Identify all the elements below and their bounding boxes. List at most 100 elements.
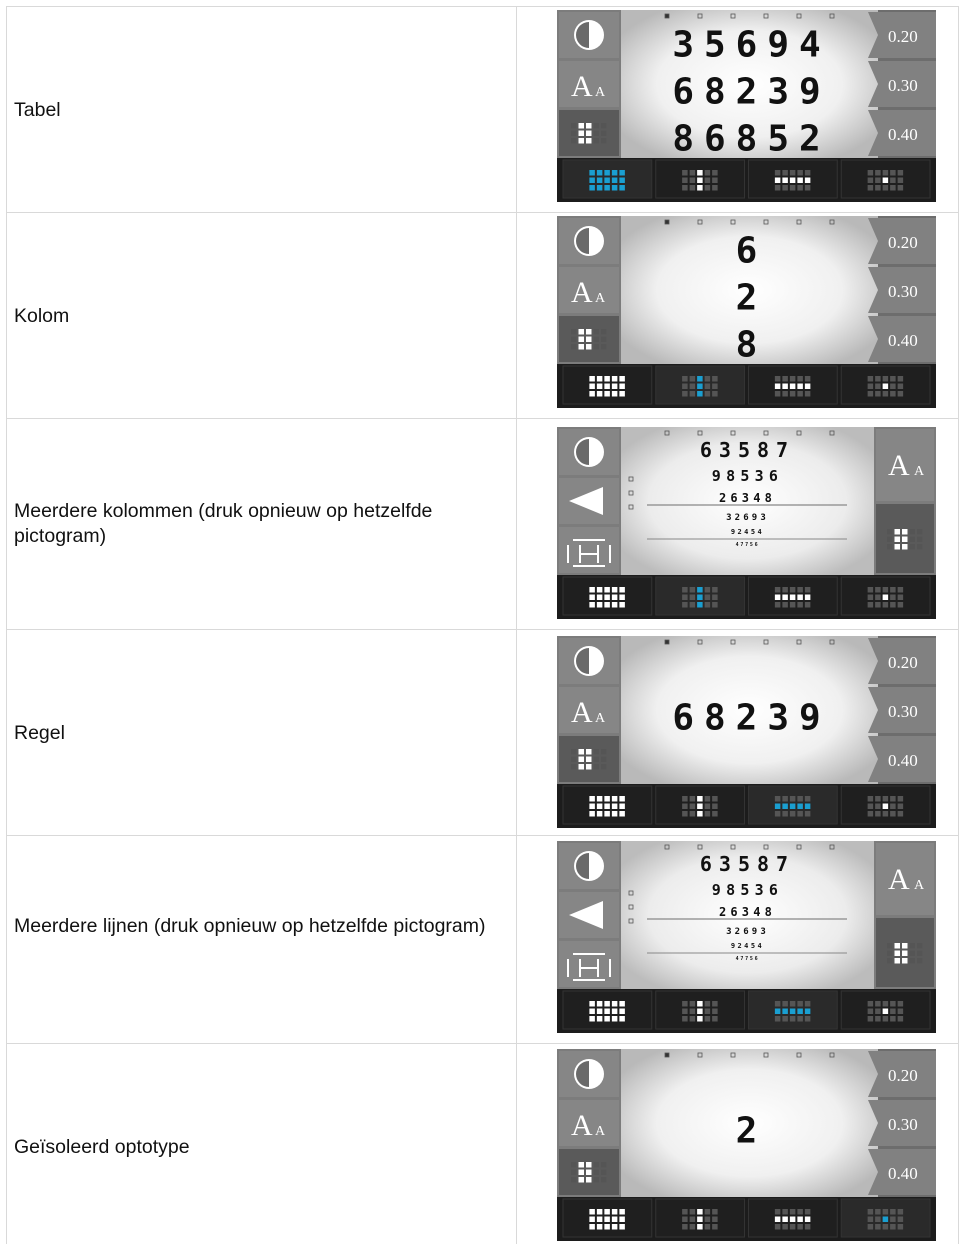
tab-layout-mode[interactable]: [562, 785, 653, 825]
optotype-display: 63587 98536 26348 32693 92454 47756: [621, 427, 874, 575]
right-button-column: 0.20 0.30 0.40: [868, 638, 936, 782]
font-size-button[interactable]: AA: [876, 429, 934, 501]
acuity-value: 0.40: [888, 125, 918, 144]
font-size-button[interactable]: AA: [559, 267, 619, 313]
contrast-button[interactable]: [559, 218, 619, 264]
layout-mode-icon: [589, 587, 625, 608]
red-green-button[interactable]: [559, 892, 619, 938]
acuity-button[interactable]: 0.40: [868, 736, 936, 782]
tab-layout-mode[interactable]: [562, 1198, 653, 1238]
contrast-button[interactable]: [559, 12, 619, 58]
acuity-button[interactable]: 0.20: [868, 638, 936, 684]
acuity-button[interactable]: 0.30: [868, 267, 936, 313]
layout-button[interactable]: [559, 1149, 619, 1195]
right-button-column: 0.20 0.30 0.40: [868, 1051, 936, 1195]
optotype-line: 68239: [672, 72, 830, 113]
optotype-line: 92454: [731, 942, 764, 950]
tab-layout-mode[interactable]: [840, 365, 931, 405]
tab-layout-mode[interactable]: [748, 785, 838, 825]
svg-text:A: A: [914, 878, 925, 893]
tab-layout-mode[interactable]: [562, 990, 653, 1030]
tab-layout-mode[interactable]: [840, 159, 931, 199]
acuity-button[interactable]: 0.40: [868, 110, 936, 156]
layout-mode-icon: [774, 170, 811, 191]
tab-layout-mode[interactable]: [655, 1198, 745, 1238]
layout-mode-icon: [774, 796, 811, 817]
acuity-value: 0.20: [888, 653, 918, 672]
layout-button[interactable]: [559, 110, 619, 156]
tab-layout-mode[interactable]: [840, 785, 931, 825]
optotype-line: 6: [736, 231, 768, 272]
hyphen-button[interactable]: [559, 941, 619, 987]
layout-mode-icon: [774, 1001, 811, 1022]
mode-tab-bar: [557, 1197, 936, 1241]
tab-layout-mode[interactable]: [840, 990, 931, 1030]
acuity-value: 0.30: [888, 1115, 918, 1134]
right-button-column: 0.20 0.30 0.40: [868, 12, 936, 156]
optotype-line: 35694: [672, 25, 830, 66]
acuity-button[interactable]: 0.40: [868, 1149, 936, 1195]
hyphen-button[interactable]: [559, 527, 619, 573]
acuity-button[interactable]: 0.20: [868, 1051, 936, 1097]
layout-mode-icon: [867, 587, 904, 608]
left-button-column: AA: [557, 1049, 621, 1197]
font-size-button[interactable]: AA: [559, 61, 619, 107]
layout-mode-icon: [867, 376, 904, 397]
tab-layout-mode[interactable]: [655, 576, 745, 616]
layout-mode-icon: [682, 376, 718, 397]
optotype-line: 26348: [719, 905, 776, 919]
tab-layout-mode[interactable]: [655, 990, 745, 1030]
layout-mode-icon: [774, 376, 811, 397]
tab-layout-mode[interactable]: [748, 990, 838, 1030]
contrast-button[interactable]: [559, 843, 619, 889]
tab-layout-mode[interactable]: [840, 576, 931, 616]
tab-layout-mode[interactable]: [748, 1198, 838, 1238]
acuity-value: 0.40: [888, 331, 918, 350]
tab-layout-mode[interactable]: [655, 785, 745, 825]
red-green-button[interactable]: [559, 478, 619, 524]
tab-layout-mode[interactable]: [748, 576, 838, 616]
contrast-button[interactable]: [559, 1051, 619, 1097]
tab-layout-mode[interactable]: [562, 576, 653, 616]
acuity-button[interactable]: 0.30: [868, 1100, 936, 1146]
acuity-button[interactable]: 0.30: [868, 61, 936, 107]
acuity-value: 0.40: [888, 1164, 918, 1183]
font-size-button[interactable]: AA: [876, 843, 934, 915]
contrast-button[interactable]: [559, 638, 619, 684]
left-button-column: AA: [557, 10, 621, 158]
font-size-button[interactable]: AA: [559, 687, 619, 733]
acuity-button[interactable]: 0.40: [868, 316, 936, 362]
optotype-line: 92454: [731, 528, 764, 536]
layout-button[interactable]: [559, 316, 619, 362]
font-size-icon: A: [888, 863, 910, 896]
tab-layout-mode[interactable]: [562, 365, 653, 405]
tab-layout-mode[interactable]: [562, 159, 653, 199]
acuity-button[interactable]: 0.30: [868, 687, 936, 733]
tab-layout-mode[interactable]: [655, 365, 745, 405]
tab-layout-mode[interactable]: [655, 159, 745, 199]
tab-layout-mode[interactable]: [748, 365, 838, 405]
layout-icon: [571, 1162, 607, 1183]
layout-button[interactable]: [876, 504, 934, 573]
font-size-button[interactable]: AA: [559, 1100, 619, 1146]
right-button-column: 0.20 0.30 0.40: [868, 218, 936, 362]
acuity-button[interactable]: 0.20: [868, 12, 936, 58]
left-button-column: AA: [557, 216, 621, 364]
layout-mode-icon: [867, 170, 904, 191]
optotype-line: 63587: [700, 852, 795, 876]
contrast-icon: [574, 851, 604, 881]
layout-button[interactable]: [559, 736, 619, 782]
table-row-border: [6, 835, 958, 836]
optotype-line: 32693: [726, 927, 769, 937]
device-screenshot: 6 2 8 A A 0.20 0.30 0.40: [557, 216, 936, 408]
row-label-kolom: Kolom: [14, 305, 70, 327]
device-screenshot: 35694 68239 86852 A A 0.20 0.30 0.40: [557, 10, 936, 202]
layout-button[interactable]: [876, 918, 934, 987]
acuity-button[interactable]: 0.20: [868, 218, 936, 264]
tab-layout-mode[interactable]: [748, 159, 838, 199]
row-label-tabel: Tabel: [14, 99, 61, 121]
contrast-button[interactable]: [559, 429, 619, 475]
font-size-icon: A: [571, 276, 593, 309]
tab-layout-mode[interactable]: [840, 1198, 931, 1238]
row-label-meerdere-kolommen: Meerdere kolommen (druk opnieuw op hetze…: [14, 500, 433, 547]
